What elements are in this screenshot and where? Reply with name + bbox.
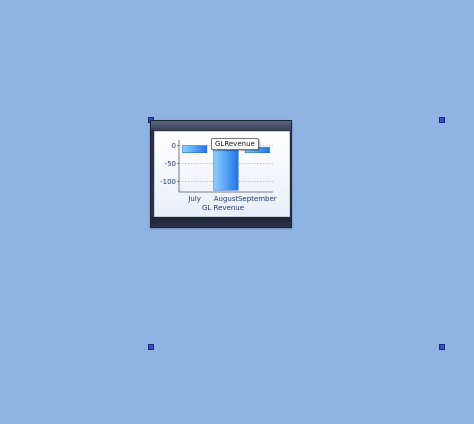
series-tooltip: GLRevenue: [211, 138, 259, 150]
x-axis-title: GL Revenue: [202, 204, 244, 212]
widget-footer-bar: [151, 217, 291, 227]
selection-handle-top-right[interactable]: [439, 117, 445, 123]
widget-title-bar[interactable]: [151, 121, 291, 130]
y-tick-label: 0: [172, 142, 176, 150]
y-tick-label: -100: [160, 178, 176, 186]
selection-handle-bottom-left[interactable]: [148, 344, 154, 350]
chart-panel: 0 -50 -100 July August September GL Revenue G…: [154, 131, 290, 217]
y-tick-label: -50: [165, 160, 176, 168]
x-tick-label: August: [214, 195, 239, 203]
x-tick-label: July: [187, 195, 201, 203]
selection-handle-bottom-right[interactable]: [439, 344, 445, 350]
bar-august[interactable]: [213, 147, 239, 191]
chart-widget[interactable]: 0 -50 -100 July August September GL Revenue G…: [150, 120, 292, 228]
x-tick-label: September: [238, 195, 277, 203]
bar-july[interactable]: [182, 145, 208, 153]
